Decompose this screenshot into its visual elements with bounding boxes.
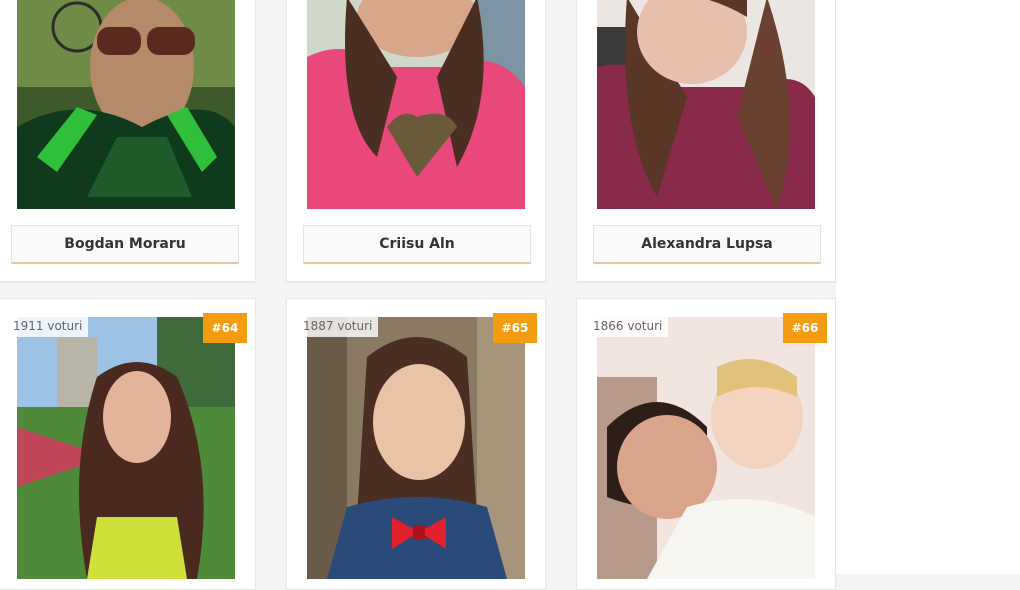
vote-count-badge: 1887 voturi [297,315,379,337]
contestant-photo[interactable] [597,0,815,209]
contestant-photo[interactable] [17,317,235,579]
rank-badge: #66 [783,313,827,343]
contestant-card[interactable]: Alexandra Lupsa [576,0,836,282]
contestant-card[interactable]: Criisu Aln [286,0,546,282]
contestant-name-button[interactable]: Criisu Aln [303,225,531,264]
page-right-whitespace [836,0,1020,574]
vote-count-badge: 1911 voturi [7,315,89,337]
contestant-photo[interactable] [307,0,525,209]
contestant-photo[interactable] [17,0,235,209]
contestant-photo[interactable] [307,317,525,579]
contestant-card[interactable]: 1866 voturi #66 [576,298,836,590]
contestant-name-button[interactable]: Alexandra Lupsa [593,225,821,264]
contestant-name-button[interactable]: Bogdan Moraru [11,225,239,264]
contestant-name: Bogdan Moraru [64,236,186,252]
rank-badge: #65 [493,313,537,343]
contestant-name: Criisu Aln [379,236,455,252]
contestant-photo[interactable] [597,317,815,579]
contestant-card[interactable]: Bogdan Moraru [0,0,256,282]
contestant-card[interactable]: 1887 voturi #65 [286,298,546,590]
contestant-card[interactable]: 1911 voturi #64 [0,298,256,590]
contestant-name: Alexandra Lupsa [641,236,773,252]
rank-badge: #64 [203,313,247,343]
vote-count-badge: 1866 voturi [587,315,669,337]
